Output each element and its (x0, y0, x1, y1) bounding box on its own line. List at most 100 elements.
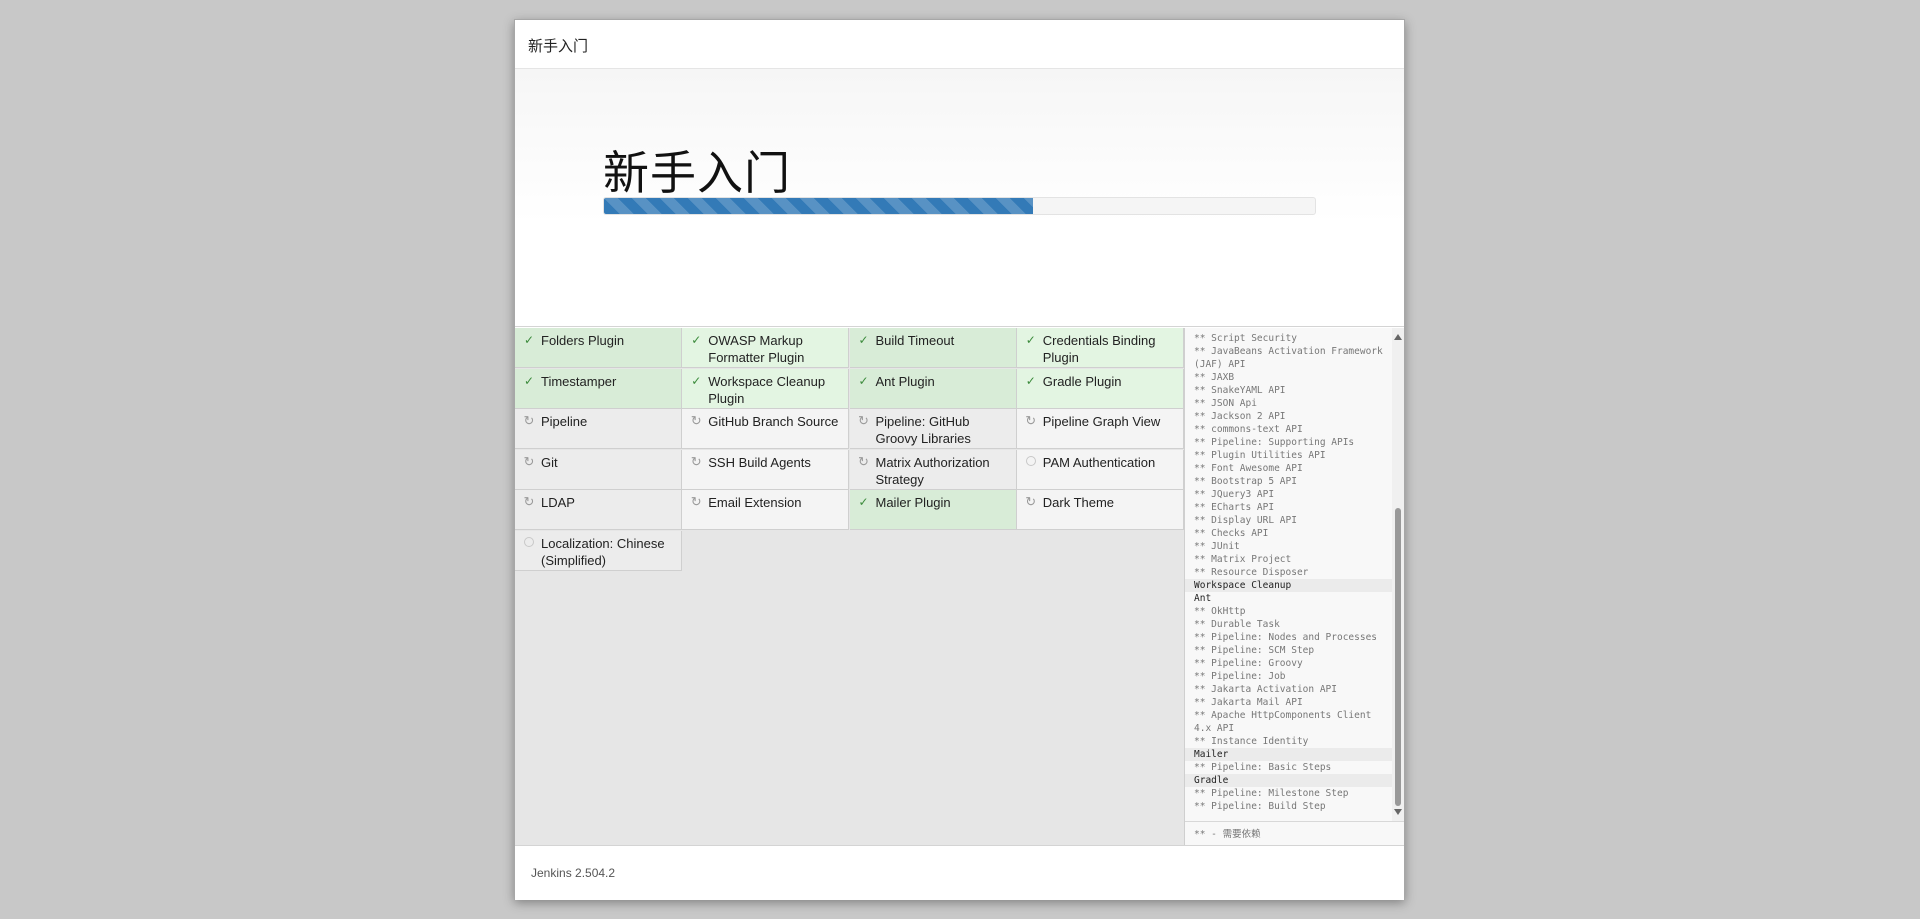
checkmark-icon: ✓ (1025, 373, 1036, 388)
plugin-item: ↻ GitHub Branch Source (682, 409, 850, 449)
plugin-item: ↻ Pipeline Graph View (1016, 409, 1184, 449)
plugin-item: ↻ Pipeline (515, 409, 682, 449)
plugin-item: ✓ Credentials Binding Plugin (1016, 328, 1184, 368)
plugin-name: Build Timeout (875, 333, 955, 348)
plugin-name: OWASP Markup Formatter Plugin (708, 333, 805, 365)
page-title: 新手入门 (603, 146, 791, 200)
log-line: Gradle (1185, 774, 1393, 787)
empty-circle-icon (522, 536, 536, 550)
checkmark-icon: ✓ (523, 333, 535, 347)
log-line: ** Jakarta Activation API (1194, 684, 1337, 695)
spinner-icon: ↻ (1025, 413, 1037, 428)
spinner-icon: ↻ (523, 494, 535, 509)
plugin-item: ✓ Workspace Cleanup Plugin (682, 368, 850, 409)
plugin-item: ✓ Mailer Plugin (849, 490, 1017, 530)
plugin-name: Pipeline: GitHub Groovy Libraries (875, 414, 971, 446)
plugin-name: Ant Plugin (875, 373, 935, 389)
empty-circle-icon (1024, 455, 1038, 469)
plugin-item: ↻ LDAP (515, 490, 682, 530)
dialog-header-title: 新手入门 (515, 20, 1404, 69)
plugin-name: GitHub Branch Source (708, 414, 839, 429)
plugin-name: Email Extension (708, 495, 802, 510)
checkmark-icon: ✓ (858, 333, 869, 347)
spinner-icon: ↻ (523, 413, 535, 428)
checkmark-icon: ✓ (858, 495, 869, 509)
log-line: ** Pipeline: Job (1194, 671, 1286, 682)
plugin-item: Localization: Chinese (Simplified) (515, 530, 682, 571)
log-line: ** Checks API (1194, 528, 1269, 539)
checkmark-icon: ✓ (523, 373, 535, 388)
log-line: ** ECharts API (1194, 502, 1275, 513)
install-progress-fill (604, 198, 1034, 214)
log-line: ** JSON Api (1194, 398, 1257, 409)
log-line: ** Pipeline: Groovy (1194, 658, 1303, 669)
log-line: ** Pipeline: Build Step (1194, 801, 1326, 812)
spinner-icon: ↻ (690, 413, 702, 428)
plugin-item: ↻ SSH Build Agents (682, 449, 850, 490)
install-log[interactable]: ** Script Security ** JavaBeans Activatio… (1185, 328, 1393, 821)
log-line: ** Script Security (1194, 333, 1297, 344)
log-line: ** Pipeline: Basic Steps (1194, 762, 1332, 773)
plugin-name: Workspace Cleanup Plugin (708, 373, 826, 406)
log-line: ** JUnit (1194, 541, 1240, 552)
install-log-panel: ** Script Security ** JavaBeans Activatio… (1184, 328, 1404, 845)
log-line: ** Pipeline: Nodes and Processes (1194, 632, 1378, 643)
log-line: ** SnakeYAML API (1194, 385, 1286, 396)
spinner-icon: ↻ (523, 453, 535, 469)
log-line: Workspace Cleanup (1185, 579, 1393, 592)
jenkins-version: Jenkins 2.504.2 (515, 845, 1404, 900)
plugin-item: ↻ Matrix Authorization Strategy (849, 449, 1017, 490)
plugin-item: ↻ Pipeline: GitHub Groovy Libraries (849, 409, 1017, 449)
plugin-grid: ✓ Folders Plugin ✓ OWASP Markup Formatter P… (515, 328, 1184, 845)
spinner-icon: ↻ (1025, 494, 1037, 509)
log-line: ** Bootstrap 5 API (1194, 476, 1297, 487)
checkmark-icon: ✓ (691, 333, 702, 347)
checkmark-icon: ✓ (1025, 333, 1036, 347)
plugin-name: Credentials Binding Plugin (1042, 333, 1156, 365)
scroll-down-icon[interactable] (1394, 809, 1402, 815)
log-line: ** commons-text API (1194, 424, 1303, 435)
spinner-icon: ↻ (690, 494, 702, 509)
plugin-item: ✓ Folders Plugin (515, 328, 682, 368)
log-line: ** JavaBeans Activation Framework (JAF) … (1194, 346, 1383, 370)
hero-panel: 新手入门 (515, 69, 1404, 327)
log-line: ** Jakarta Mail API (1194, 697, 1303, 708)
plugin-item: ✓ Timestamper (515, 368, 682, 409)
plugin-name: Gradle Plugin (1042, 373, 1122, 389)
spinner-icon: ↻ (858, 453, 869, 469)
plugin-name: Matrix Authorization Strategy (875, 454, 990, 487)
plugin-name: LDAP (541, 495, 575, 510)
log-line: ** Instance Identity (1194, 736, 1309, 747)
checkmark-icon: ✓ (691, 373, 702, 388)
log-line: ** Apache HttpComponents Client 4.x API (1194, 710, 1372, 734)
install-progress-bar (603, 197, 1316, 215)
plugin-name: Pipeline (541, 414, 588, 429)
log-line: ** Durable Task (1194, 619, 1280, 630)
plugin-item: ✓ Build Timeout (849, 328, 1017, 368)
plugin-item: PAM Authentication (1016, 449, 1184, 490)
log-line: ** Matrix Project (1194, 554, 1292, 565)
log-line: ** Pipeline: SCM Step (1194, 645, 1315, 656)
log-scrollbar[interactable] (1392, 328, 1404, 821)
log-line: ** JQuery3 API (1194, 489, 1275, 500)
plugin-name: SSH Build Agents (708, 454, 811, 470)
log-line: ** Plugin Utilities API (1194, 450, 1326, 461)
scroll-up-icon[interactable] (1394, 334, 1402, 340)
plugin-item: ↻ Email Extension (682, 490, 850, 530)
plugin-name: Dark Theme (1042, 495, 1115, 510)
plugin-item: ↻ Git (515, 449, 682, 490)
log-line: ** Display URL API (1194, 515, 1297, 526)
log-line: ** OkHttp (1194, 606, 1246, 617)
scroll-thumb[interactable] (1395, 508, 1401, 806)
setup-wizard-dialog: 新手入门 新手入门 ✓ Folders Plugin ✓ OWASP Markup F… (514, 19, 1405, 900)
plugin-name: Folders Plugin (541, 333, 625, 348)
plugin-name: Git (541, 454, 558, 470)
log-line: Mailer (1185, 748, 1393, 761)
plugin-name: Localization: Chinese (Simplified) (541, 535, 665, 568)
plugin-name: PAM Authentication (1042, 454, 1156, 470)
plugin-name: Pipeline Graph View (1042, 414, 1161, 429)
spinner-icon: ↻ (690, 453, 702, 469)
install-body: ✓ Folders Plugin ✓ OWASP Markup Formatter P… (515, 328, 1404, 845)
log-line: ** Font Awesome API (1194, 463, 1303, 474)
log-line: Ant (1194, 593, 1212, 604)
